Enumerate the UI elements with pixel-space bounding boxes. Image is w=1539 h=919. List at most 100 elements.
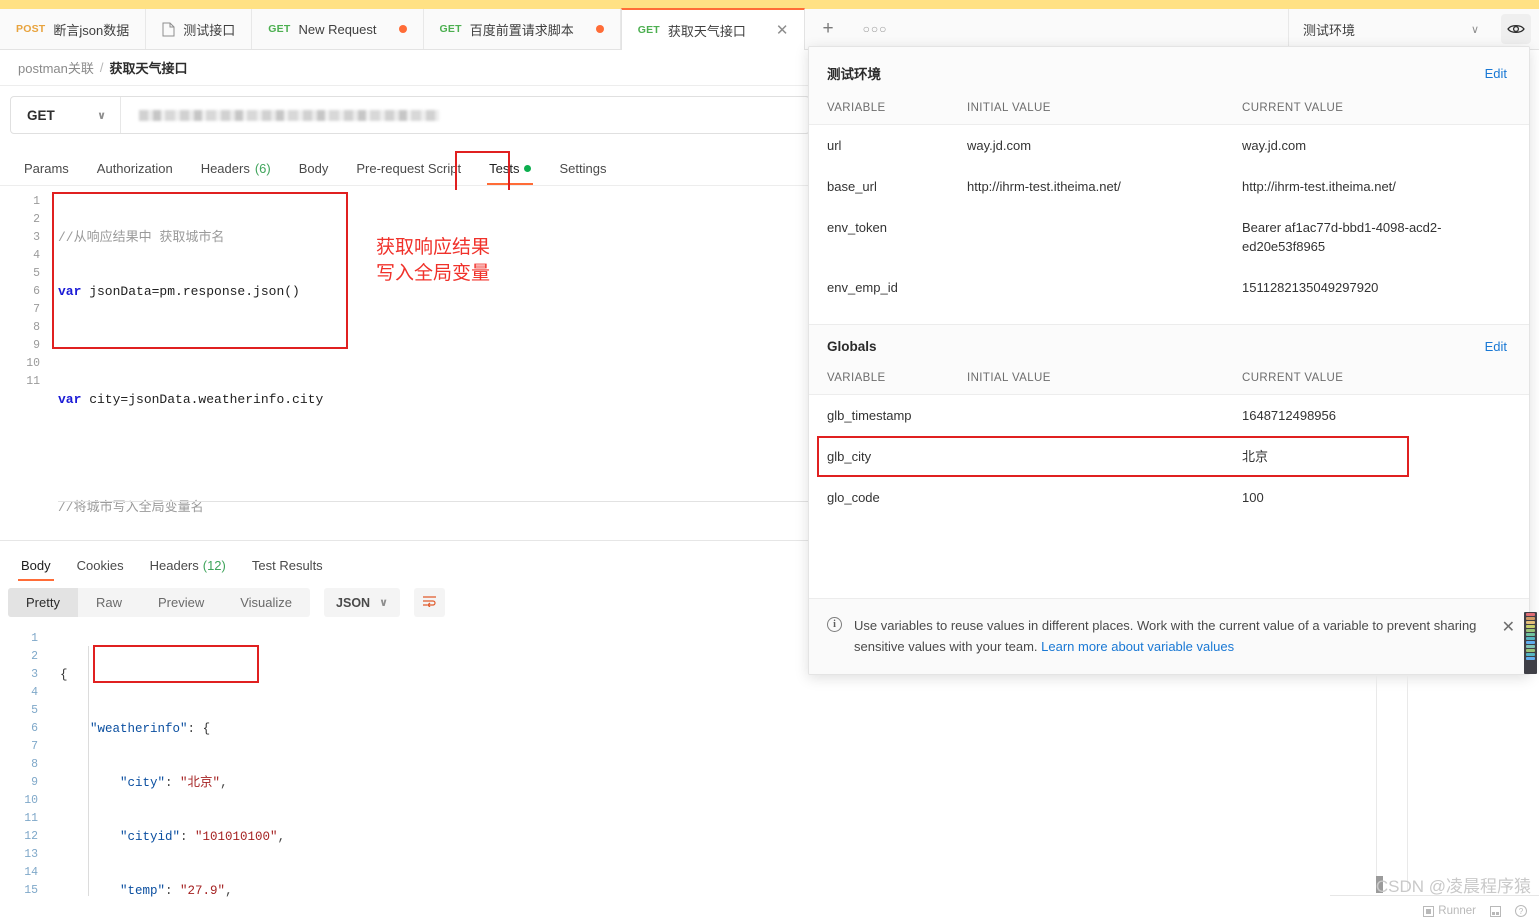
request-url-input[interactable] — [121, 97, 809, 133]
close-icon[interactable]: ✕ — [776, 22, 789, 38]
response-tab-test-results[interactable]: Test Results — [239, 558, 336, 581]
close-icon[interactable]: ✕ — [1502, 617, 1515, 637]
request-tab-params[interactable]: Params — [10, 161, 83, 185]
annotation-text: 获取响应结果 写入全局变量 — [376, 237, 491, 284]
request-tab-authorization-label: Authorization — [96, 161, 173, 176]
request-tab-headers-count: (6) — [254, 161, 271, 176]
tab-method-0: POST — [16, 23, 46, 35]
learn-more-link[interactable]: Learn more about variable values — [1041, 639, 1234, 654]
table-row: glb_timestamp 1648712498956 — [809, 395, 1529, 436]
env-current-value: 1511282135049297920 — [1242, 280, 1379, 295]
response-tab-headers-label: Headers — [149, 558, 199, 573]
layout-toggle-button[interactable] — [1490, 905, 1501, 917]
request-tab-body-label: Body — [298, 161, 329, 176]
breadcrumb: postman关联 / 获取天气接口 — [0, 50, 810, 86]
environment-quick-look-panel: 测试环境 Edit VARIABLE INITIAL VALUE CURRENT… — [808, 46, 1530, 675]
line-number: 1 — [31, 632, 38, 645]
request-tab-headers[interactable]: Headers (6) — [187, 161, 285, 185]
env-variable-name: url — [827, 138, 842, 153]
eye-icon — [1501, 14, 1531, 44]
table-row: base_url http://ihrm-test.itheima.net/ h… — [809, 166, 1529, 207]
view-mode-preview[interactable]: Preview — [140, 588, 222, 617]
global-current-value: 1648712498956 — [1242, 408, 1336, 423]
response-tab-cookies[interactable]: Cookies — [64, 558, 137, 581]
code-comment: //从响应结果中 获取城市名 — [58, 230, 225, 245]
column-header-variable: VARIABLE — [827, 372, 886, 384]
global-variable-name: glb_city — [827, 449, 872, 464]
line-number: 10 — [26, 357, 40, 370]
request-tab-strip: POST 断言json数据 测试接口 GET New Request GET 百… — [0, 8, 1539, 50]
response-format-label: JSON — [336, 595, 371, 610]
code-keyword: var — [58, 284, 82, 299]
help-button[interactable]: ? — [1515, 905, 1527, 917]
tab-label-3: 百度前置请求脚本 — [469, 22, 574, 38]
view-mode-raw[interactable]: Raw — [78, 588, 140, 617]
request-tab-authorization[interactable]: Authorization — [83, 161, 187, 185]
environment-selected-label: 测试环境 — [1303, 22, 1356, 38]
request-tab-3[interactable]: GET 百度前置请求脚本 — [423, 9, 621, 49]
globals-panel-header: Globals Edit — [809, 324, 1529, 366]
breadcrumb-parent[interactable]: postman关联 — [18, 58, 94, 77]
code-comment: //将城市写入全局变量名 — [58, 500, 204, 515]
globals-title: Globals — [827, 339, 877, 354]
env-initial-value: http://ihrm-test.itheima.net/ — [967, 179, 1121, 194]
response-view-controls: Pretty Raw Preview Visualize JSON ∨ — [8, 588, 446, 617]
tab-more-options-button[interactable]: ○○○ — [851, 9, 900, 49]
line-number: 4 — [33, 249, 40, 262]
code-text: city=jsonData.weatherinfo.city — [81, 392, 324, 407]
editor-line-numbers: 1 2 3 4 5 6 7 8 9 10 11 — [0, 190, 48, 538]
redacted-url-value — [139, 109, 439, 121]
response-tab-test-results-label: Test Results — [251, 558, 323, 573]
request-tab-settings[interactable]: Settings — [545, 161, 620, 185]
line-number: 6 — [33, 285, 40, 298]
request-tab-0[interactable]: POST 断言json数据 — [0, 9, 147, 49]
globals-edit-link[interactable]: Edit — [1485, 339, 1507, 354]
environment-panel-footer: i Use variables to reuse values in diffe… — [809, 598, 1529, 674]
wrap-lines-button[interactable] — [414, 588, 446, 617]
environment-edit-link[interactable]: Edit — [1485, 66, 1507, 81]
code-minimap[interactable] — [1524, 612, 1537, 674]
request-tab-2[interactable]: GET New Request — [252, 9, 424, 49]
request-tab-pre-request-script-label: Pre-request Script — [356, 161, 462, 176]
runner-button[interactable]: Runner — [1423, 905, 1476, 917]
tab-unsaved-dot-2 — [398, 25, 407, 33]
request-tab-headers-label: Headers — [200, 161, 250, 176]
request-tab-tests-label: Tests — [489, 161, 520, 176]
request-tab-tests[interactable]: Tests — [475, 161, 545, 185]
env-current-value: way.jd.com — [1242, 138, 1307, 153]
response-tab-body-label: Body — [21, 558, 51, 573]
request-tab-body[interactable]: Body — [285, 161, 343, 185]
chevron-down-icon: ∨ — [379, 597, 389, 609]
new-tab-button[interactable]: + — [805, 9, 850, 49]
code-line-4: var city=jsonData.weatherinfo.city — [58, 391, 810, 409]
request-tab-4-active[interactable]: GET 获取天气接口 ✕ — [620, 8, 806, 50]
line-number: 2 — [33, 213, 40, 226]
watermark: CSDN @凌晨程序猿 — [1375, 877, 1531, 896]
response-tab-headers[interactable]: Headers (12) — [137, 558, 239, 581]
tab-label-0: 断言json数据 — [53, 22, 130, 38]
view-mode-visualize[interactable]: Visualize — [222, 588, 310, 617]
environment-name: 测试环境 — [827, 67, 881, 82]
environment-selector[interactable]: 测试环境 ∨ — [1289, 9, 1493, 49]
environment-quick-look-button[interactable] — [1493, 9, 1539, 49]
view-mode-pretty[interactable]: Pretty — [8, 588, 78, 617]
tab-unsaved-dot-3 — [595, 25, 604, 33]
code-text: jsonData=pm.response.json() — [81, 284, 300, 299]
http-method-select[interactable]: GET ∨ — [11, 97, 121, 133]
table-row: url way.jd.com way.jd.com — [809, 125, 1529, 166]
response-tab-body[interactable]: Body — [8, 558, 64, 581]
environment-panel-header: 测试环境 Edit — [809, 47, 1529, 96]
request-url-bar: GET ∨ — [10, 96, 810, 134]
request-tab-pre-request-script[interactable]: Pre-request Script — [342, 161, 475, 185]
column-header-current-value: CURRENT VALUE — [1242, 372, 1344, 384]
line-number: 9 — [33, 339, 40, 352]
column-header-variable: VARIABLE — [827, 102, 886, 114]
request-tab-1[interactable]: 测试接口 — [146, 9, 253, 49]
line-number: 11 — [26, 375, 40, 388]
response-format-select[interactable]: JSON ∨ — [324, 588, 401, 617]
tab-method-3: GET — [439, 23, 462, 35]
tab-method-2: GET — [268, 23, 291, 35]
env-variable-name: env_emp_id — [827, 280, 898, 295]
tabstrip-spacer — [899, 9, 1289, 49]
